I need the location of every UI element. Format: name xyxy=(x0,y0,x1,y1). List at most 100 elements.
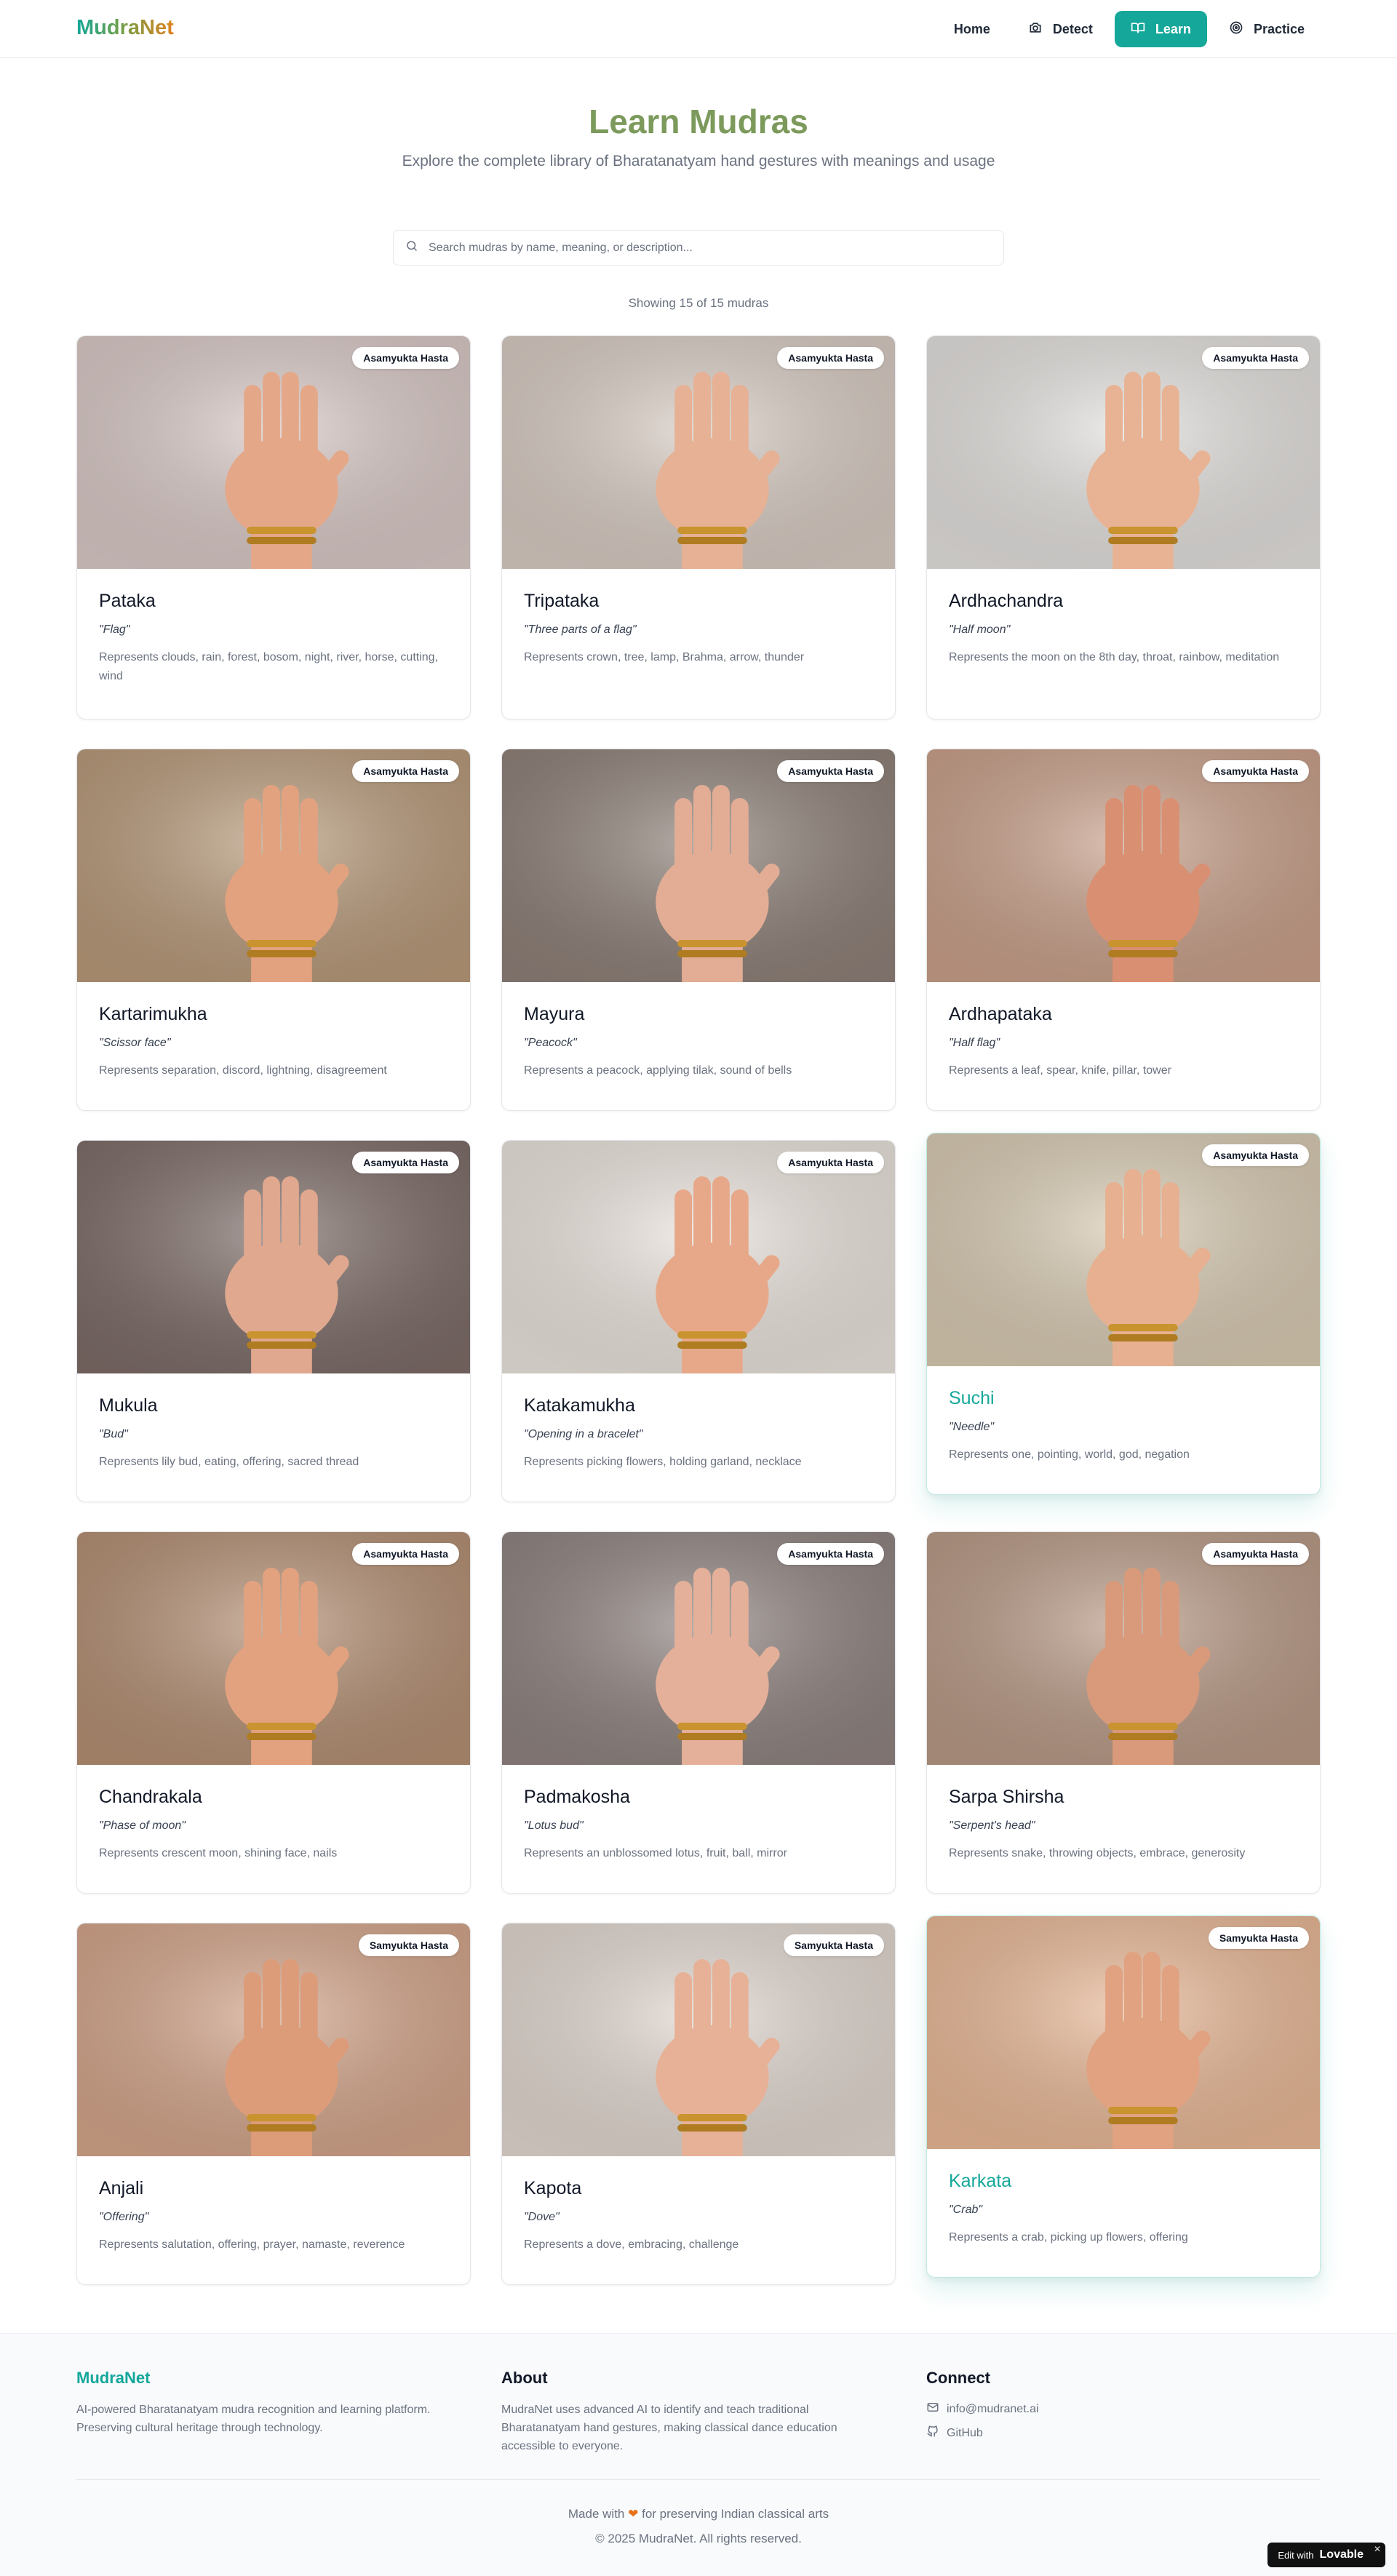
mudra-meaning: "Peacock" xyxy=(524,1037,577,1049)
mudra-meaning: "Bud" xyxy=(99,1428,128,1440)
mudra-card[interactable]: Asamyukta Hasta Katakamukha "Opening in a … xyxy=(501,1140,896,1502)
mudra-name: Sarpa Shirsha xyxy=(949,1787,1064,1807)
mudra-image: Samyukta Hasta xyxy=(502,1923,895,2156)
footer-github: GitHub xyxy=(947,2426,983,2439)
mudra-meaning: "Offering" xyxy=(99,2211,149,2223)
mudra-name: Tripataka xyxy=(524,591,600,611)
mudra-card-body: Ardhachandra "Half moon" Represents the mo… xyxy=(927,569,1320,719)
mudra-name: Ardhachandra xyxy=(949,591,1064,611)
category-badge: Asamyukta Hasta xyxy=(1202,1144,1309,1166)
mudra-name: Ardhapataka xyxy=(949,1004,1052,1024)
mudra-image: Asamyukta Hasta xyxy=(77,1532,470,1765)
mudra-image: Asamyukta Hasta xyxy=(927,1133,1320,1366)
mudra-card[interactable]: Samyukta Hasta Karkata "Crab" Represents a … xyxy=(926,1915,1321,2278)
mudra-meaning: "Phase of moon" xyxy=(99,1819,186,1832)
nav-detect[interactable]: Detect xyxy=(1012,11,1109,47)
mudra-card-body: Kapota "Dove" Represents a dove, embracing… xyxy=(502,2156,895,2284)
nav-learn-label: Learn xyxy=(1155,21,1191,36)
category-badge: Asamyukta Hasta xyxy=(352,1543,459,1565)
nav-home[interactable]: Home xyxy=(938,11,1006,47)
mudra-card[interactable]: Asamyukta Hasta Pataka "Flag" Represents cl… xyxy=(76,335,471,719)
mudra-card[interactable]: Asamyukta Hasta Ardhachandra "Half moon" Re… xyxy=(926,335,1321,719)
close-icon[interactable]: ✕ xyxy=(1374,2544,1381,2554)
camera-icon xyxy=(1028,20,1043,39)
logo[interactable]: MudraNet xyxy=(76,16,174,40)
mudra-meaning: "Opening in a bracelet" xyxy=(524,1428,643,1440)
footer-brand: MudraNet xyxy=(76,2369,151,2387)
mudra-description: Represents a crab, picking up flowers, o… xyxy=(949,2231,1188,2244)
category-badge: Asamyukta Hasta xyxy=(1202,347,1309,369)
page-subtitle: Explore the complete library of Bharatan… xyxy=(402,153,995,170)
mudra-name: Kapota xyxy=(524,2178,582,2198)
nav-links: Home Detect Learn Practice xyxy=(938,11,1321,47)
mudra-image: Asamyukta Hasta xyxy=(77,1141,470,1373)
mudra-card[interactable]: Samyukta Hasta Kapota "Dove" Represents a d… xyxy=(501,1923,896,2285)
mudra-card-body: Sarpa Shirsha "Serpent's head" Represents … xyxy=(927,1765,1320,1893)
mudra-description: Represents crescent moon, shining face, … xyxy=(99,1847,338,1859)
mudra-card-body: Pataka "Flag" Represents clouds, rain, for… xyxy=(77,569,470,719)
lovable-brand: Lovable xyxy=(1319,2548,1364,2561)
mudra-meaning: "Half flag" xyxy=(949,1037,1000,1049)
results-count: Showing 15 of 15 mudras xyxy=(628,296,769,310)
category-badge: Asamyukta Hasta xyxy=(352,760,459,782)
footer-github-link[interactable]: GitHub xyxy=(926,2425,1321,2441)
mudra-card[interactable]: Asamyukta Hasta Padmakosha "Lotus bud" Repr… xyxy=(501,1531,896,1894)
mudra-description: Represents salutation, offering, prayer,… xyxy=(99,2238,405,2251)
search-input[interactable] xyxy=(429,241,1003,255)
mudra-description: Represents a leaf, spear, knife, pillar,… xyxy=(949,1064,1171,1077)
mudra-name: Mayura xyxy=(524,1004,585,1024)
mudra-image: Samyukta Hasta xyxy=(77,1923,470,2156)
top-navbar: MudraNet Home Detect Learn Practice xyxy=(0,0,1397,58)
footer-copyright: © 2025 MudraNet. All rights reserved. xyxy=(595,2532,802,2545)
mudra-meaning: "Serpent's head" xyxy=(949,1819,1035,1832)
category-badge: Samyukta Hasta xyxy=(1208,1927,1309,1949)
category-badge: Asamyukta Hasta xyxy=(1202,1543,1309,1565)
mudra-name: Karkata xyxy=(949,2171,1012,2191)
mudra-card[interactable]: Asamyukta Hasta Mukula "Bud" Represents lil… xyxy=(76,1140,471,1502)
mudra-card[interactable]: Asamyukta Hasta Suchi "Needle" Represents o… xyxy=(926,1133,1321,1495)
mudra-image: Asamyukta Hasta xyxy=(927,749,1320,982)
mudra-image: Asamyukta Hasta xyxy=(927,1532,1320,1765)
mudra-image: Asamyukta Hasta xyxy=(77,749,470,982)
mudra-description: Represents clouds, rain, forest, bosom, … xyxy=(99,651,438,682)
mudra-card-body: Anjali "Offering" Represents salutation, o… xyxy=(77,2156,470,2284)
mudra-meaning: "Three parts of a flag" xyxy=(524,623,637,636)
page-title: Learn Mudras xyxy=(589,103,808,140)
mudra-description: Represents the moon on the 8th day, thro… xyxy=(949,651,1280,663)
edit-with-lovable-badge[interactable]: Edit with Lovable ✕ xyxy=(1267,2543,1385,2567)
mudra-meaning: "Scissor face" xyxy=(99,1037,171,1049)
mudra-card[interactable]: Asamyukta Hasta Kartarimukha "Scissor face… xyxy=(76,749,471,1111)
nav-learn[interactable]: Learn xyxy=(1114,11,1207,47)
nav-home-label: Home xyxy=(953,21,990,36)
mudra-meaning: "Dove" xyxy=(524,2211,560,2223)
target-icon xyxy=(1229,20,1243,39)
mudra-card[interactable]: Asamyukta Hasta Sarpa Shirsha "Serpent's h… xyxy=(926,1531,1321,1894)
mudra-card-body: Mayura "Peacock" Represents a peacock, app… xyxy=(502,982,895,1110)
footer-email-link[interactable]: info@mudranet.ai xyxy=(926,2401,1321,2417)
category-badge: Asamyukta Hasta xyxy=(777,1152,884,1173)
footer-email: info@mudranet.ai xyxy=(947,2402,1039,2415)
mudra-meaning: "Lotus bud" xyxy=(524,1819,584,1832)
mudra-card[interactable]: Asamyukta Hasta Ardhapataka "Half flag" Rep… xyxy=(926,749,1321,1111)
nav-practice[interactable]: Practice xyxy=(1213,11,1321,47)
mudra-image: Asamyukta Hasta xyxy=(502,336,895,569)
footer-brand-column: MudraNet AI-powered Bharatanatyam mudra … xyxy=(76,2369,471,2437)
mudra-card[interactable]: Samyukta Hasta Anjali "Offering" Represents… xyxy=(76,1923,471,2285)
mudra-card[interactable]: Asamyukta Hasta Mayura "Peacock" Represents… xyxy=(501,749,896,1111)
mudra-card-body: Chandrakala "Phase of moon" Represents cre… xyxy=(77,1765,470,1893)
mudra-description: Represents a dove, embracing, challenge xyxy=(524,2238,739,2251)
github-icon xyxy=(926,2425,939,2441)
footer-about-text: MudraNet uses advanced AI to identify an… xyxy=(501,2404,837,2452)
mudra-card[interactable]: Asamyukta Hasta Chandrakala "Phase of moon… xyxy=(76,1531,471,1894)
category-badge: Asamyukta Hasta xyxy=(352,347,459,369)
mudra-name: Mukula xyxy=(99,1395,158,1416)
footer-connect-column: Connect info@mudranet.ai GitHub xyxy=(926,2369,1321,2449)
mudra-card-body: Kartarimukha "Scissor face" Represents sep… xyxy=(77,982,470,1110)
search-icon xyxy=(405,239,418,256)
mudra-meaning: "Half moon" xyxy=(949,623,1011,636)
made-with-suffix: for preserving Indian classical arts xyxy=(642,2507,829,2521)
footer-connect-title: Connect xyxy=(926,2369,990,2387)
mudra-card[interactable]: Asamyukta Hasta Tripataka "Three parts of … xyxy=(501,335,896,719)
search-bar xyxy=(393,230,1004,266)
category-badge: Asamyukta Hasta xyxy=(777,1543,884,1565)
